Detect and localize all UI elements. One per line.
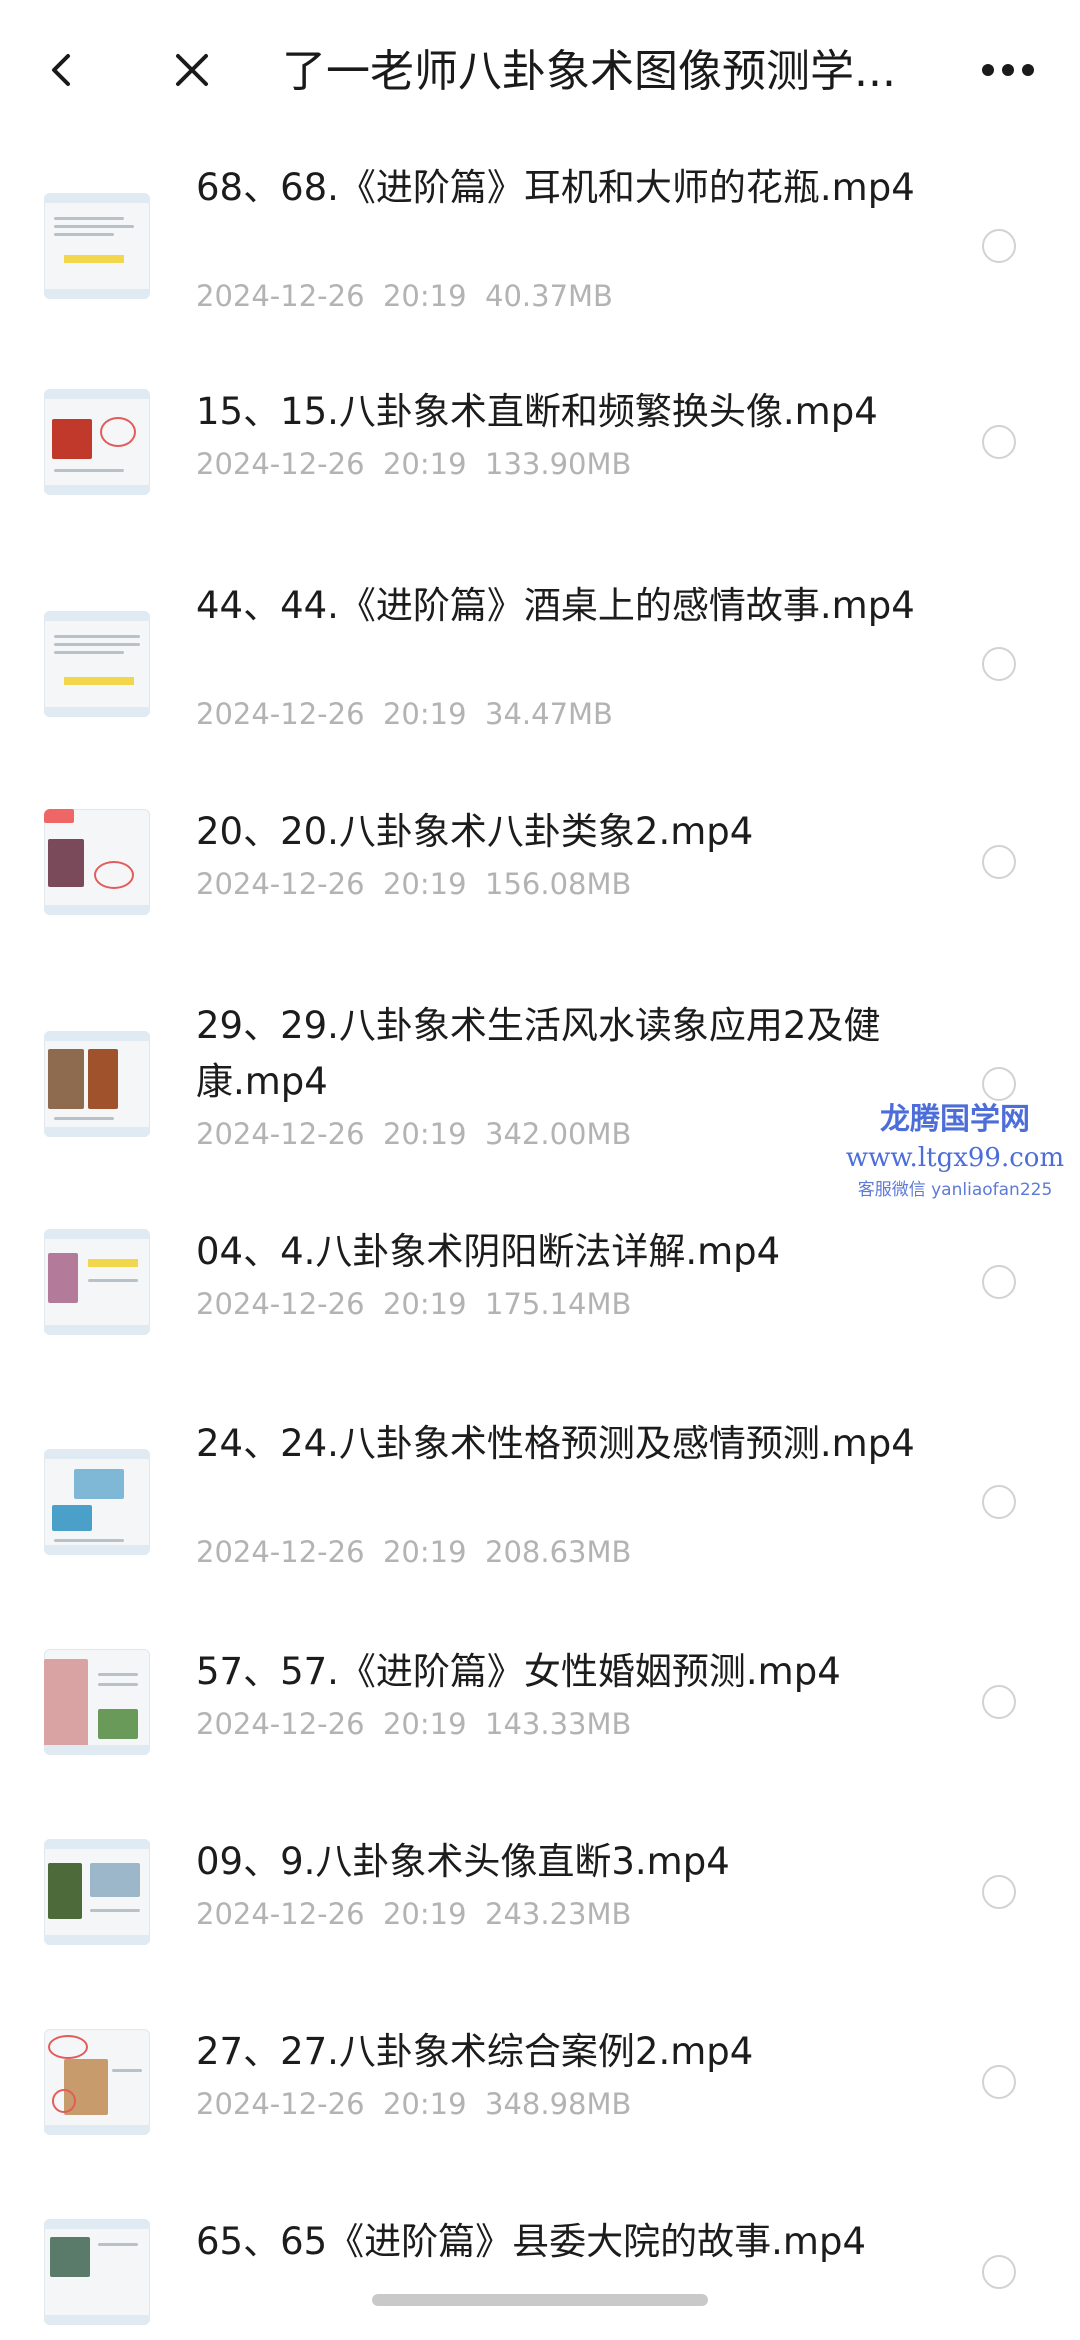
video-thumbnail [44, 2029, 150, 2135]
file-meta: 2024-12-26 20:19 34.47MB [196, 694, 916, 734]
file-name: 65、65《进阶篇》县委大院的故事.mp4 [196, 2220, 866, 2263]
close-button[interactable] [160, 38, 224, 102]
file-row[interactable]: 65、65《进阶篇》县委大院的故事.mp4 [0, 2214, 1080, 2330]
file-time: 20:19 [382, 697, 467, 731]
file-name: 20、20.八卦象术八卦类象2.mp4 [196, 810, 754, 853]
file-meta: 2024-12-26 20:19 243.23MB [196, 1894, 916, 1934]
video-thumbnail [44, 611, 150, 717]
file-meta: 2024-12-26 20:19 143.33MB [196, 1704, 916, 1744]
file-meta: 2024-12-26 20:19 133.90MB [196, 444, 916, 484]
file-meta: 2024-12-26 20:19 208.63MB [196, 1532, 916, 1572]
file-time: 20:19 [382, 279, 467, 313]
video-thumbnail [44, 389, 150, 495]
watermark-wechat: 客服微信 yanliaofan225 [857, 1180, 1053, 1200]
file-time: 20:19 [382, 1707, 467, 1741]
video-thumbnail [44, 809, 150, 915]
select-radio[interactable] [982, 229, 1016, 263]
file-time: 20:19 [382, 447, 467, 481]
file-size: 243.23MB [485, 1897, 632, 1931]
file-size: 156.08MB [485, 867, 632, 901]
file-size: 40.37MB [485, 279, 613, 313]
select-radio[interactable] [982, 1685, 1016, 1719]
file-date: 2024-12-26 [196, 279, 365, 313]
file-row[interactable]: 24、24.八卦象术性格预测及感情预测.mp4 2024-12-26 20:19 … [0, 1416, 1080, 1588]
file-row[interactable]: 20、20.八卦象术八卦类象2.mp4 2024-12-26 20:19 156.… [0, 804, 1080, 920]
watermark-name: 龙腾国学网 [880, 1102, 1030, 1137]
file-time: 20:19 [382, 1287, 467, 1321]
file-size: 208.63MB [485, 1535, 632, 1569]
file-row[interactable]: 57、57.《进阶篇》女性婚姻预测.mp4 2024-12-26 20:19 14… [0, 1644, 1080, 1760]
more-button[interactable] [968, 38, 1048, 102]
file-date: 2024-12-26 [196, 1707, 365, 1741]
file-size: 133.90MB [485, 447, 632, 481]
file-date: 2024-12-26 [196, 447, 365, 481]
file-date: 2024-12-26 [196, 1535, 365, 1569]
file-name: 24、24.八卦象术性格预测及感情预测.mp4 [196, 1422, 915, 1465]
file-row[interactable]: 27、27.八卦象术综合案例2.mp4 2024-12-26 20:19 348.… [0, 2024, 1080, 2140]
watermark: 龙腾国学网 www.ltgx99.com 客服微信 yanliaofan225 [830, 1100, 1080, 1204]
file-row[interactable]: 44、44.《进阶篇》酒桌上的感情故事.mp4 2024-12-26 20:19 … [0, 578, 1080, 750]
more-horizontal-icon [982, 64, 1034, 76]
file-size: 342.00MB [485, 1117, 632, 1151]
video-thumbnail [44, 1031, 150, 1137]
file-date: 2024-12-26 [196, 697, 365, 731]
select-radio[interactable] [982, 2255, 1016, 2289]
close-icon [176, 54, 208, 86]
video-thumbnail [44, 1649, 150, 1755]
file-meta: 2024-12-26 20:19 40.37MB [196, 276, 916, 316]
video-thumbnail [44, 1229, 150, 1335]
video-thumbnail [44, 2219, 150, 2325]
file-size: 34.47MB [485, 697, 613, 731]
video-thumbnail [44, 193, 150, 299]
file-date: 2024-12-26 [196, 2087, 365, 2121]
file-name: 09、9.八卦象术头像直断3.mp4 [196, 1840, 730, 1883]
video-thumbnail [44, 1449, 150, 1555]
select-radio[interactable] [982, 1485, 1016, 1519]
select-radio[interactable] [982, 647, 1016, 681]
select-radio[interactable] [982, 425, 1016, 459]
file-time: 20:19 [382, 2087, 467, 2121]
file-name: 27、27.八卦象术综合案例2.mp4 [196, 2030, 754, 2073]
file-list-page: 了一老师八卦象术图像预测学... 68、68.《进阶篇》耳机和大师的花瓶.mp4… [0, 0, 1080, 2340]
file-row[interactable]: 04、4.八卦象术阴阳断法详解.mp4 2024-12-26 20:19 175.… [0, 1224, 1080, 1340]
select-radio[interactable] [982, 2065, 1016, 2099]
file-meta: 2024-12-26 20:19 348.98MB [196, 2084, 916, 2124]
file-name: 04、4.八卦象术阴阳断法详解.mp4 [196, 1230, 781, 1273]
home-indicator[interactable] [372, 2294, 708, 2306]
file-meta: 2024-12-26 20:19 342.00MB [196, 1114, 916, 1154]
file-name: 15、15.八卦象术直断和频繁换头像.mp4 [196, 390, 878, 433]
select-radio[interactable] [982, 1067, 1016, 1101]
select-radio[interactable] [982, 1875, 1016, 1909]
file-time: 20:19 [382, 1535, 467, 1569]
file-name: 68、68.《进阶篇》耳机和大师的花瓶.mp4 [196, 166, 915, 209]
file-size: 175.14MB [485, 1287, 632, 1321]
file-date: 2024-12-26 [196, 1287, 365, 1321]
page-title: 了一老师八卦象术图像预测学... [282, 46, 896, 97]
file-row[interactable]: 68、68.《进阶篇》耳机和大师的花瓶.mp4 2024-12-26 20:19 … [0, 160, 1080, 332]
watermark-url: www.ltgx99.com [845, 1143, 1065, 1173]
file-size: 348.98MB [485, 2087, 632, 2121]
file-date: 2024-12-26 [196, 1897, 365, 1931]
select-radio[interactable] [982, 845, 1016, 879]
video-thumbnail [44, 1839, 150, 1945]
file-row[interactable]: 09、9.八卦象术头像直断3.mp4 2024-12-26 20:19 243.2… [0, 1834, 1080, 1950]
file-time: 20:19 [382, 867, 467, 901]
file-time: 20:19 [382, 1897, 467, 1931]
file-name: 44、44.《进阶篇》酒桌上的感情故事.mp4 [196, 584, 915, 627]
select-radio[interactable] [982, 1265, 1016, 1299]
top-bar: 了一老师八卦象术图像预测学... [0, 0, 1080, 140]
file-meta: 2024-12-26 20:19 156.08MB [196, 864, 916, 904]
file-name: 57、57.《进阶篇》女性婚姻预测.mp4 [196, 1650, 841, 1693]
file-name: 29、29.八卦象术生活风水读象应用2及健康.mp4 [196, 1004, 881, 1103]
file-row[interactable]: 15、15.八卦象术直断和频繁换头像.mp4 2024-12-26 20:19 1… [0, 384, 1080, 500]
chevron-left-icon [52, 54, 70, 86]
file-time: 20:19 [382, 1117, 467, 1151]
file-date: 2024-12-26 [196, 1117, 365, 1151]
file-meta: 2024-12-26 20:19 175.14MB [196, 1284, 916, 1324]
file-size: 143.33MB [485, 1707, 632, 1741]
file-date: 2024-12-26 [196, 867, 365, 901]
back-button[interactable] [30, 38, 94, 102]
